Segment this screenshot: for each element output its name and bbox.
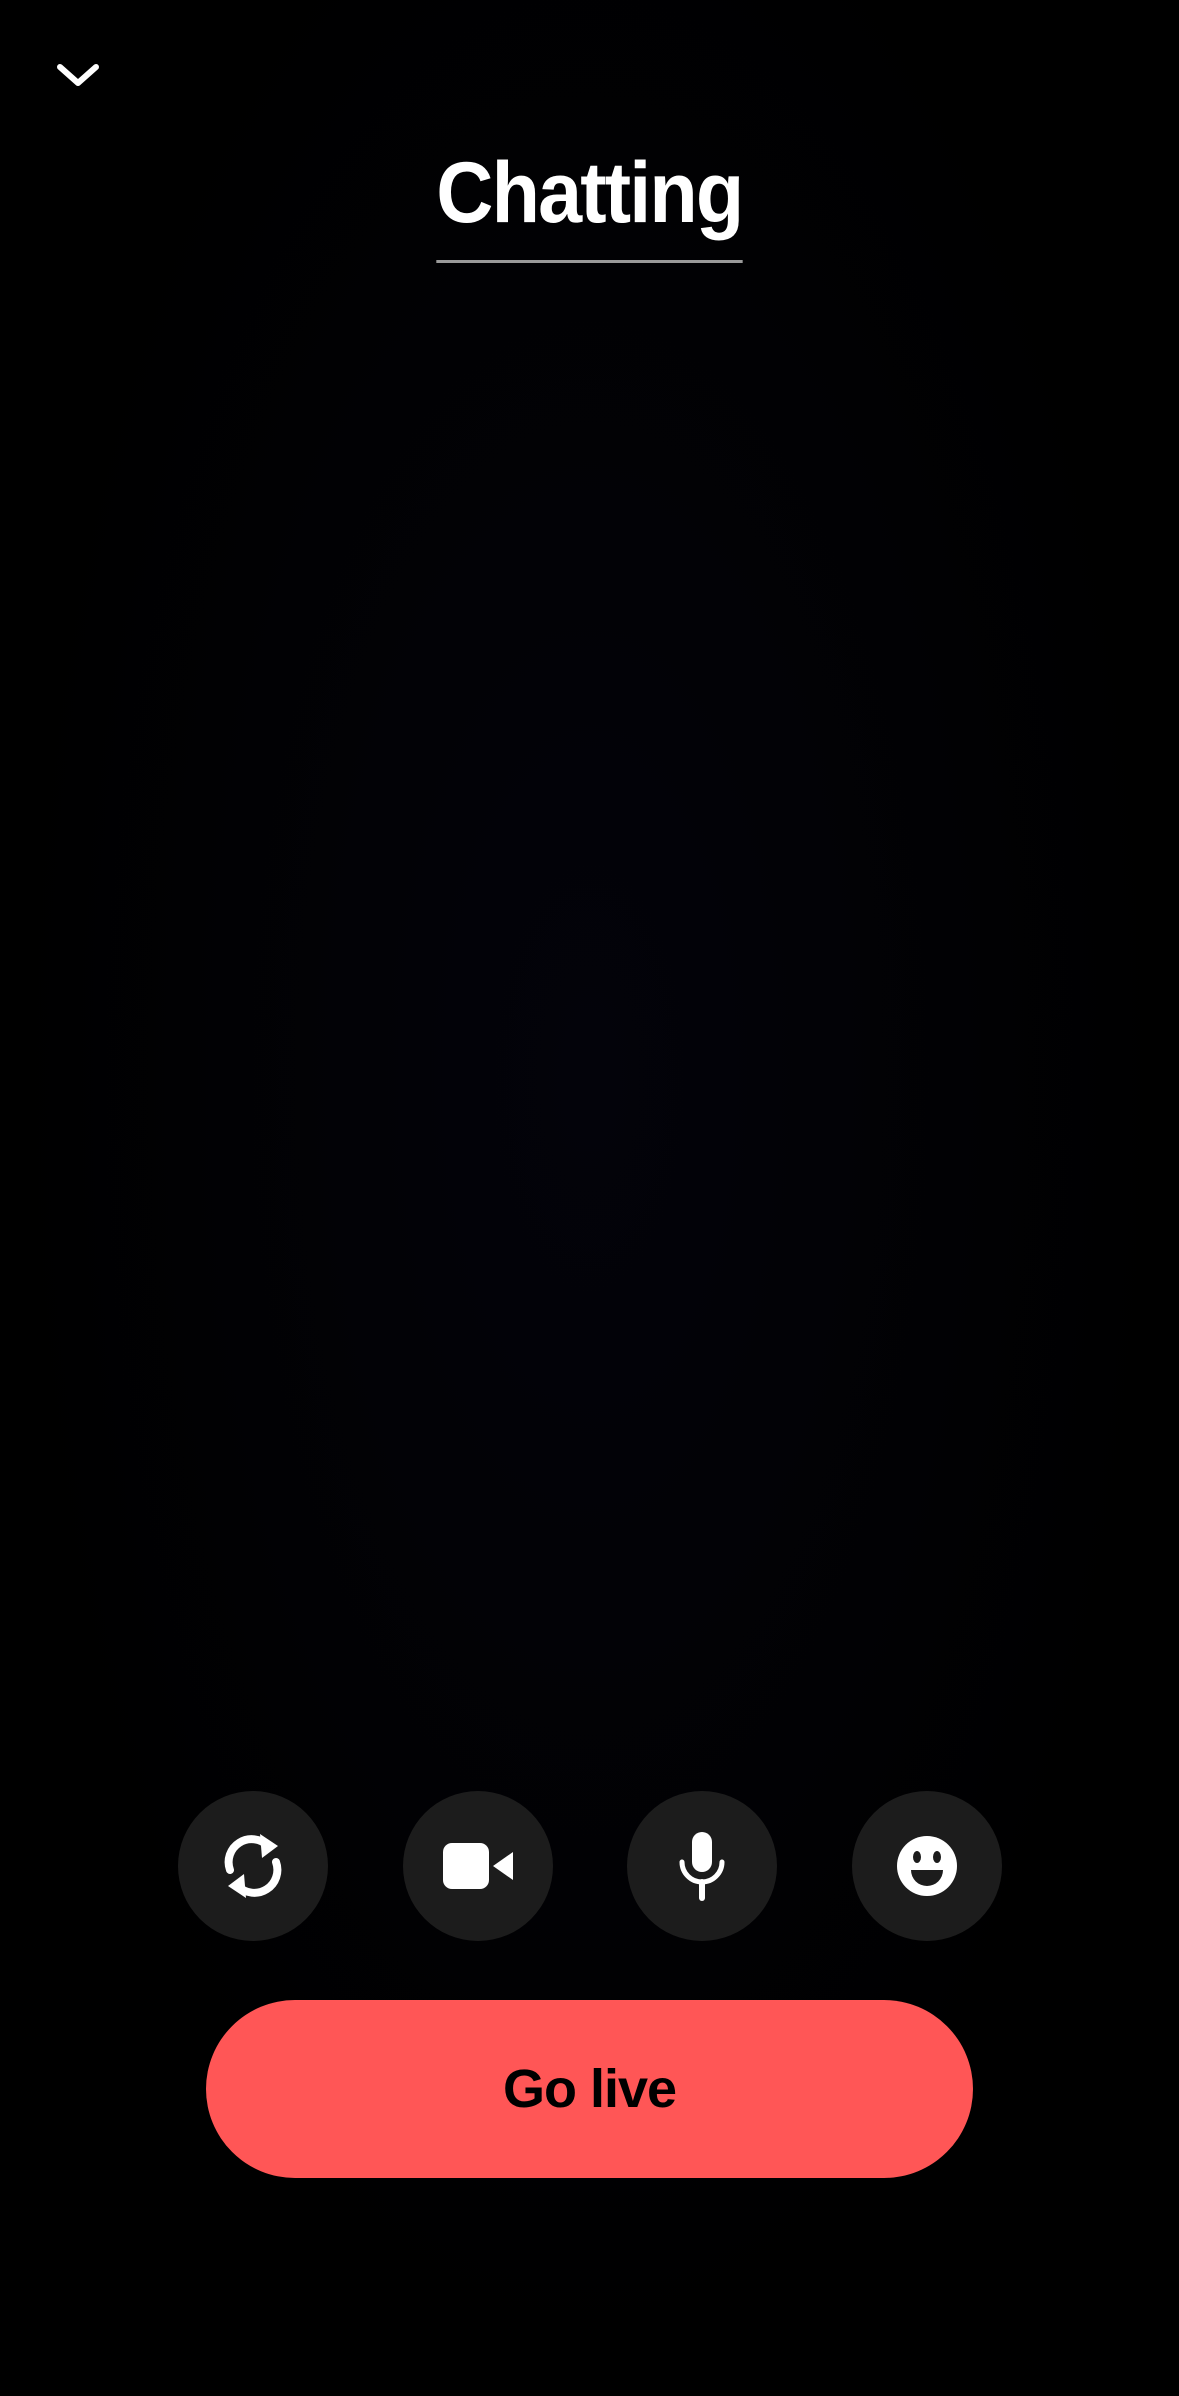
page-title[interactable]: Chatting <box>436 150 744 263</box>
title-area: Chatting <box>0 150 1179 263</box>
video-button[interactable] <box>402 1791 553 1941</box>
collapse-button[interactable] <box>48 46 108 106</box>
effects-button[interactable] <box>851 1791 1002 1941</box>
flip-camera-button[interactable] <box>178 1791 328 1941</box>
go-live-button[interactable]: Go live <box>206 2000 973 2178</box>
flip-camera-icon <box>224 1834 282 1898</box>
microphone-button[interactable] <box>627 1791 778 1941</box>
chevron-down-icon <box>57 64 99 86</box>
smiley-icon <box>896 1836 957 1896</box>
control-bar <box>178 1791 1002 1941</box>
microphone-icon <box>679 1832 725 1901</box>
go-live-label: Go live <box>502 2059 677 2119</box>
video-camera-icon <box>442 1843 513 1889</box>
